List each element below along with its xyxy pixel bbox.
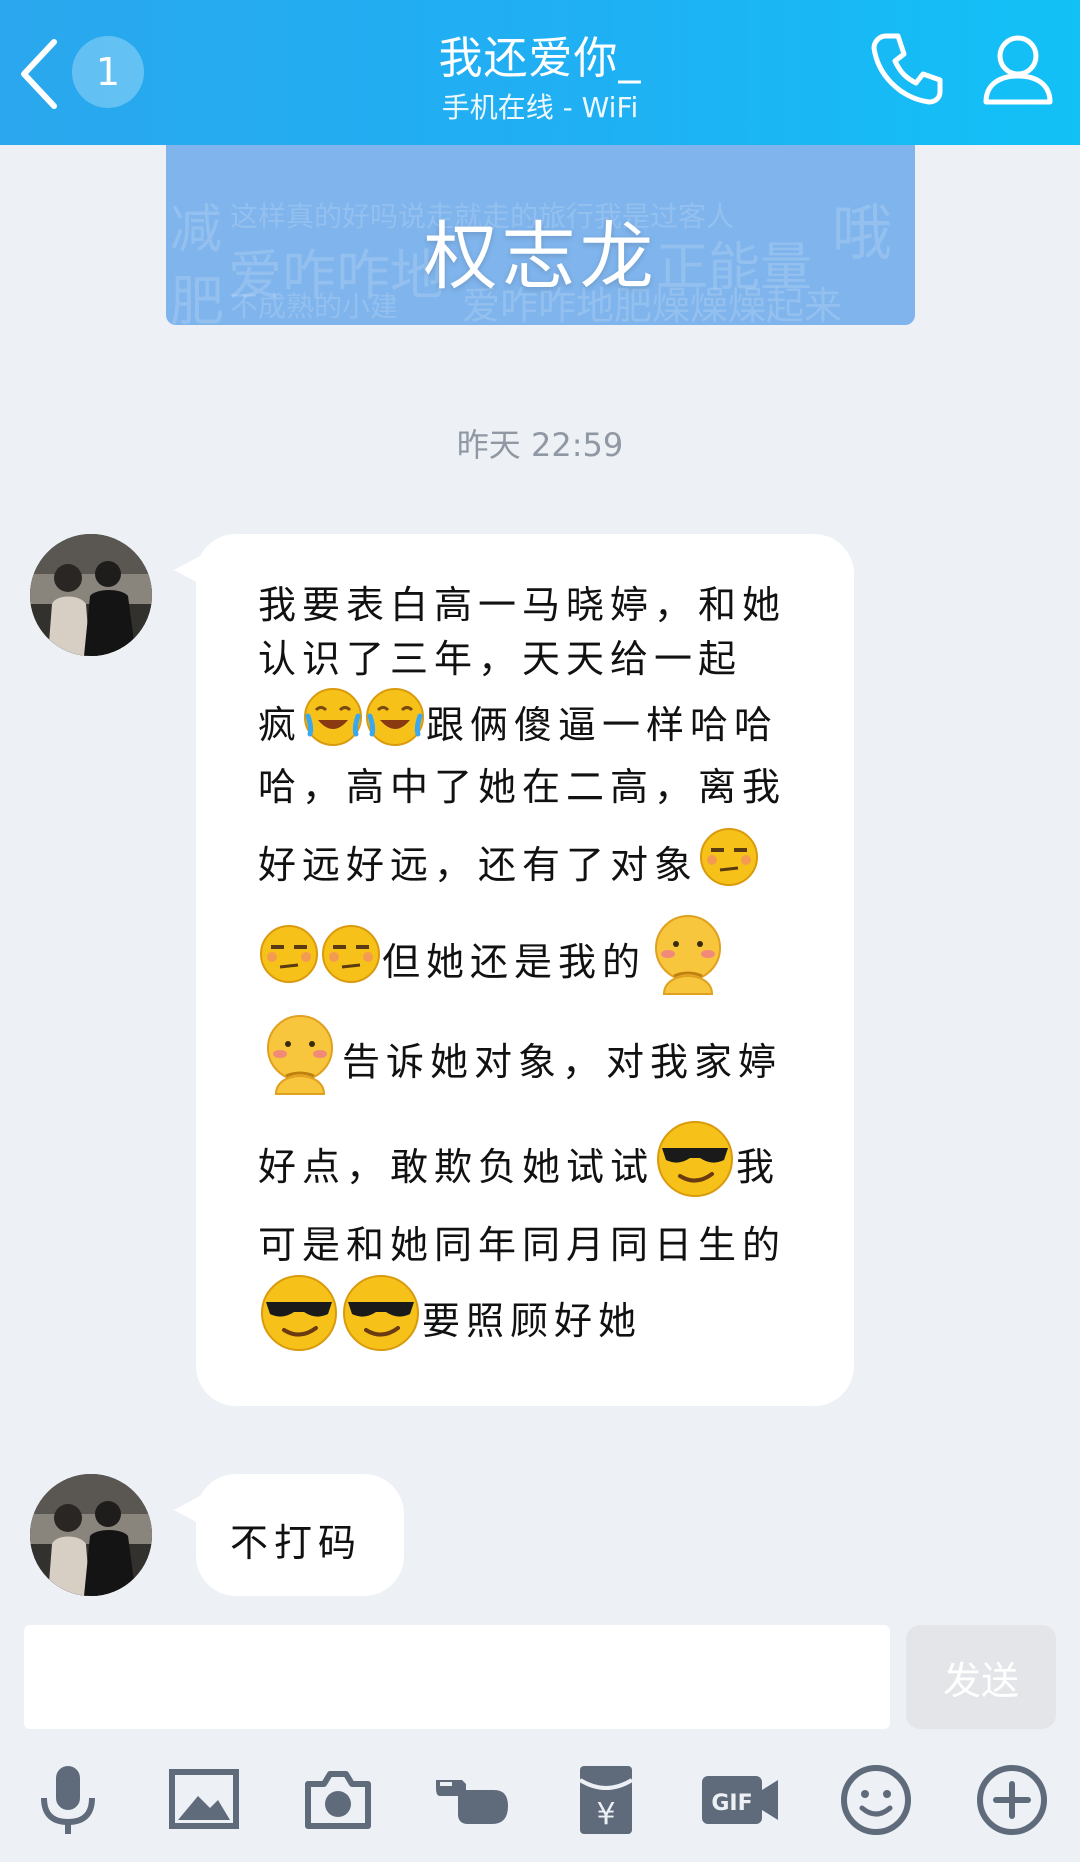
message-text: 要照顾好她: [422, 1299, 643, 1343]
message-line: 告诉她对象，对我家婷: [258, 1012, 782, 1105]
image-icon[interactable]: [164, 1760, 244, 1840]
message-line: 要照顾好她: [258, 1272, 642, 1363]
message-line: 不打码: [230, 1521, 363, 1565]
message-line: 好远好远，还有了对象: [258, 826, 760, 897]
message-text: 疯: [258, 703, 303, 747]
contact-nickname: 权志龙: [423, 214, 658, 300]
message-line: 认识了三年，天天给一起: [258, 637, 743, 681]
message-text: 告诉她对象，对我家婷: [342, 1040, 783, 1084]
avatar[interactable]: [30, 534, 152, 656]
shy-emoji-icon: [646, 912, 730, 1005]
bubble-tail: [174, 1496, 200, 1524]
message-text: 好点，敢欺负她试试: [258, 1145, 655, 1189]
profile-icon[interactable]: [978, 28, 1058, 108]
emoji-icon[interactable]: [836, 1760, 916, 1840]
shy-emoji-icon: [258, 1012, 342, 1105]
message-text: 我: [736, 1145, 781, 1189]
send-button[interactable]: 发送: [906, 1625, 1056, 1729]
message-bubble[interactable]: 我要表白高一马晓婷，和她 认识了三年，天天给一起 疯 跟俩傻逼一样哈哈 哈，高中…: [174, 534, 854, 1406]
chat-header: 1 我还爱你_ 手机在线 - WiFi: [0, 0, 1080, 145]
message-bubble[interactable]: 不打码: [174, 1474, 404, 1596]
gif-icon[interactable]: GIF: [700, 1760, 780, 1840]
message-text: 但她还是我的: [382, 940, 647, 984]
message-timestamp: 昨天 22:59: [456, 426, 624, 464]
bubble-tail: [174, 556, 200, 584]
joy-emoji-icon: [302, 686, 364, 757]
avatar[interactable]: [30, 1474, 152, 1596]
phone-call-icon[interactable]: [868, 28, 948, 108]
message-line: 但她还是我的: [258, 912, 730, 1005]
message-input[interactable]: [24, 1625, 890, 1729]
joy-emoji-icon: [364, 686, 426, 757]
plus-icon[interactable]: [972, 1760, 1052, 1840]
unamused-emoji-icon: [320, 923, 382, 994]
message-line: 我要表白高一马晓婷，和她: [258, 583, 787, 627]
svg-text:GIF: GIF: [711, 1791, 752, 1816]
cool-emoji-icon: [654, 1118, 736, 1209]
message-text: 好远好远，还有了对象: [258, 843, 699, 887]
message-line: 好点，敢欺负她试试 我: [258, 1118, 780, 1209]
message-text: 跟俩傻逼一样哈哈: [426, 703, 779, 747]
message-line: 可是和她同年同月同日生的: [258, 1223, 787, 1267]
cool-emoji-icon: [258, 1272, 340, 1363]
unamused-emoji-icon: [698, 826, 760, 897]
camera-icon[interactable]: [298, 1760, 378, 1840]
message-line: 哈，高中了她在二高，离我: [258, 765, 787, 809]
unamused-emoji-icon: [258, 923, 320, 994]
mic-icon[interactable]: [28, 1760, 108, 1840]
message-line: 疯 跟俩傻逼一样哈哈: [258, 686, 778, 757]
cool-emoji-icon: [340, 1272, 422, 1363]
svg-text:¥: ¥: [596, 1797, 615, 1832]
red-packet-icon[interactable]: ¥: [566, 1760, 646, 1840]
poke-icon[interactable]: [432, 1760, 512, 1840]
name-banner: 减 这样真的好吗说走就走的旅行我是过客人 哦 爱咋咋地 正能量 肥 不成熟的小建…: [166, 145, 915, 325]
